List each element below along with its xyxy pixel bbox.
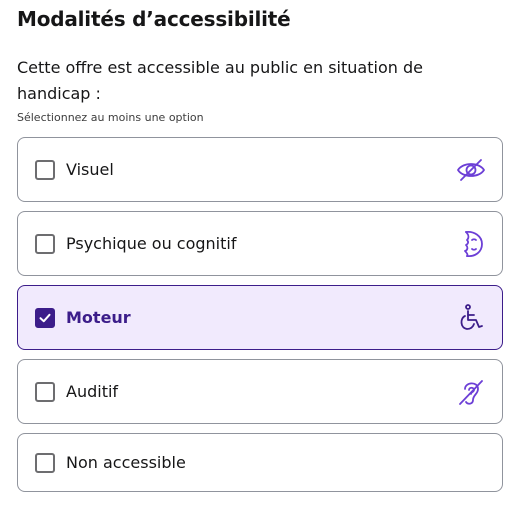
checkbox-auditif[interactable] xyxy=(35,382,55,402)
eye-crossed-icon xyxy=(456,155,486,185)
option-label-auditif: Auditif xyxy=(66,382,119,401)
option-label-psychique: Psychique ou cognitif xyxy=(66,234,237,253)
option-psychique[interactable]: Psychique ou cognitif xyxy=(17,211,503,276)
face-profile-icon xyxy=(456,229,486,259)
checkbox-non-accessible[interactable] xyxy=(35,453,55,473)
option-auditif[interactable]: Auditif xyxy=(17,359,503,424)
section-title: Modalités d’accessibilité xyxy=(17,7,291,31)
checkmark-icon xyxy=(39,313,51,323)
option-visuel[interactable]: Visuel xyxy=(17,137,503,202)
checkbox-visuel[interactable] xyxy=(35,160,55,180)
section-description: Cette offre est accessible au public en … xyxy=(17,58,423,103)
option-label-moteur: Moteur xyxy=(66,308,131,327)
checkbox-psychique[interactable] xyxy=(35,234,55,254)
wheelchair-icon xyxy=(456,303,486,333)
option-label-visuel: Visuel xyxy=(66,160,114,179)
option-moteur[interactable]: Moteur xyxy=(17,285,503,350)
ear-crossed-icon xyxy=(456,377,486,407)
selection-hint: Sélectionnez au moins une option xyxy=(17,111,204,124)
option-non-accessible[interactable]: Non accessible xyxy=(17,433,503,492)
option-label-non-accessible: Non accessible xyxy=(66,453,186,472)
checkbox-moteur[interactable] xyxy=(35,308,55,328)
